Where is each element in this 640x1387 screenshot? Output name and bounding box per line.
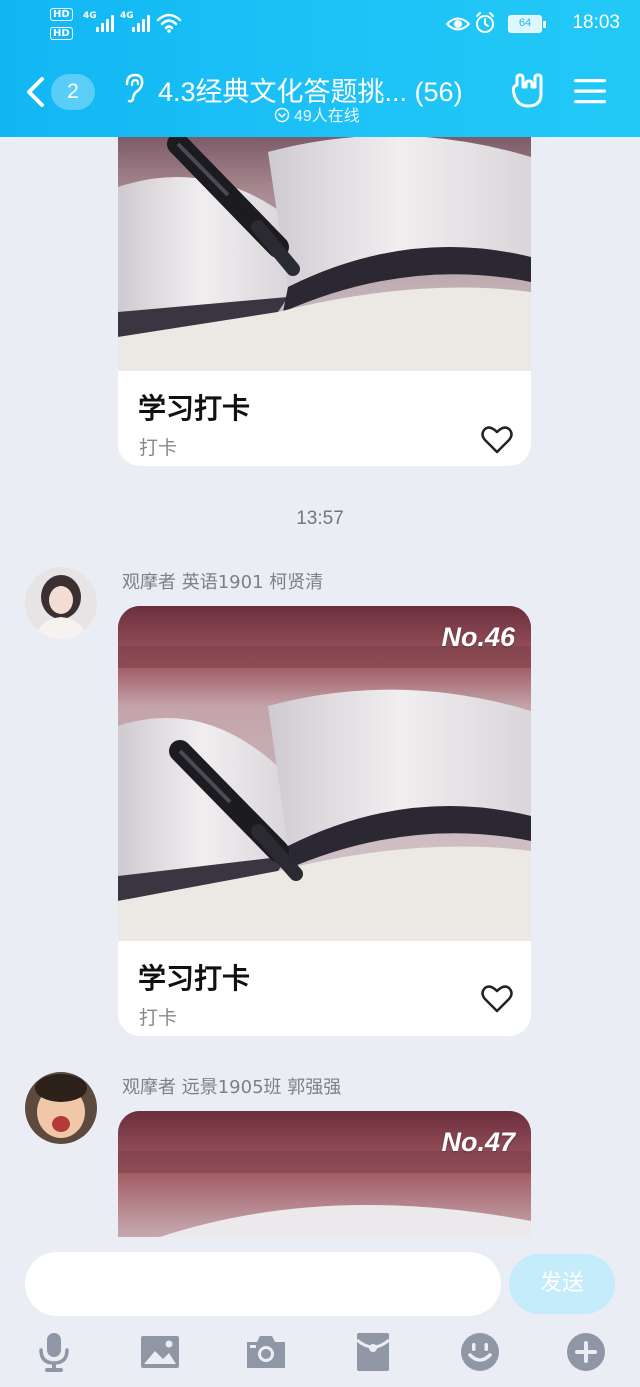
checkin-card[interactable]: No.46 学习打卡 打卡 [118, 606, 531, 1036]
eye-icon [446, 17, 470, 31]
checkin-card[interactable]: 学习打卡 打卡 [118, 137, 531, 466]
online-count-text: 49人在线 [294, 108, 360, 125]
avatar[interactable] [25, 567, 97, 639]
chevron-left-icon [27, 77, 44, 107]
checkin-card[interactable]: No.47 [118, 1111, 531, 1237]
network-type: 4G [83, 11, 97, 21]
card-subtitle: 打卡 [139, 437, 178, 459]
chevron-down-circle-icon [274, 107, 290, 123]
sender-name: 观摩者 英语1901 柯贤清 [122, 572, 324, 593]
card-number: No.47 [441, 1127, 515, 1157]
book-image [118, 606, 531, 941]
online-count: 49人在线 [274, 102, 360, 126]
message-input[interactable] [25, 1252, 501, 1316]
card-title: 学习打卡 [138, 392, 251, 425]
card-number: No.46 [441, 622, 515, 652]
heart-icon[interactable] [481, 984, 513, 1014]
signal-bars-icon [132, 14, 154, 32]
image-icon[interactable] [138, 1330, 182, 1374]
card-subtitle: 打卡 [139, 1007, 178, 1029]
status-right: 64 18:03 [440, 10, 620, 38]
card-book-image: No.47 [118, 1111, 531, 1237]
hd-badge: HD [50, 8, 73, 21]
battery-level: 64 [508, 15, 542, 33]
microphone-icon[interactable] [32, 1330, 76, 1374]
chat-header: HD HD 4G 4G 64 18:03 2 4.3经典文化答题挑... (56… [0, 0, 640, 137]
card-book-image [118, 137, 531, 371]
back-button[interactable]: 2 [24, 72, 100, 112]
chat-message-list[interactable]: 学习打卡 打卡 13:57 观摩者 英语1901 柯贤清 No.46 学习打卡 … [0, 137, 640, 1237]
message-timestamp: 13:57 [296, 508, 344, 529]
input-bar: 发送 [0, 1237, 640, 1387]
chat-title-area[interactable]: 4.3经典文化答题挑... (56) 49人在线 [120, 56, 500, 128]
nav-bar: 2 4.3经典文化答题挑... (56) 49人在线 [0, 48, 640, 137]
red-packet-icon[interactable] [351, 1330, 395, 1374]
plus-icon[interactable] [564, 1330, 608, 1374]
send-button[interactable]: 发送 [509, 1254, 615, 1314]
avatar-image [25, 1072, 97, 1144]
hd-badge: HD [50, 27, 73, 40]
ear-icon [125, 73, 144, 103]
card-book-image: No.46 [118, 606, 531, 941]
signal-bars-icon [96, 14, 118, 32]
unread-count-badge: 2 [51, 74, 95, 110]
avatar-image [25, 567, 97, 639]
book-image [118, 137, 531, 371]
card-title: 学习打卡 [138, 962, 251, 995]
sender-name: 观摩者 远景1905班 郭强强 [122, 1077, 342, 1098]
status-time: 18:03 [572, 12, 620, 33]
signal-indicators: HD HD 4G 4G [50, 8, 190, 42]
wifi-icon [156, 13, 182, 33]
heart-icon[interactable] [481, 425, 513, 455]
menu-icon[interactable] [572, 76, 608, 106]
camera-icon[interactable] [244, 1330, 288, 1374]
avatar[interactable] [25, 1072, 97, 1144]
alarm-icon [476, 12, 494, 33]
hand-gesture-icon[interactable] [508, 72, 546, 110]
status-bar: HD HD 4G 4G 64 18:03 [0, 0, 640, 48]
battery-tip [543, 21, 546, 28]
emoji-icon[interactable] [458, 1330, 502, 1374]
